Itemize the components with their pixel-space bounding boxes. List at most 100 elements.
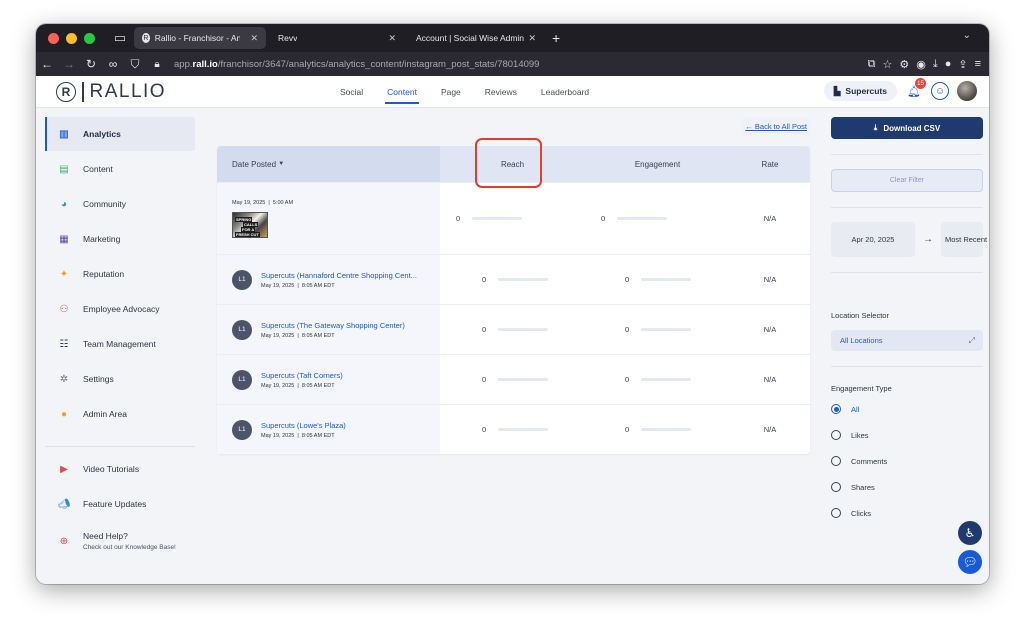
back-arrow-icon[interactable]: ← (36, 57, 58, 71)
menu-icon[interactable]: ≡ (975, 58, 981, 71)
accessibility-icon[interactable]: ♿︎ (958, 521, 982, 545)
app-body: ▥ Analytics ▤ Content ◕ Community ▦ Mark… (36, 108, 989, 584)
chat-icon[interactable]: 💬︎ (958, 550, 982, 574)
analytics-icon: ▥ (59, 128, 69, 140)
minimize-window-button[interactable] (66, 32, 77, 44)
picture-in-picture-icon[interactable]: ⧉ (868, 58, 876, 71)
sidebar-item-label: Video Tutorials (83, 464, 140, 474)
post-thumbnail[interactable]: SPRING CALLS FOR A FRESH CUT (232, 211, 268, 238)
sidebar-item-community[interactable]: ◕ Community (45, 187, 195, 221)
reach-cell: 0 (440, 375, 585, 384)
location-selector[interactable]: All Locations ⤢ (831, 330, 983, 351)
engagement-radio-shares[interactable]: Shares (831, 482, 875, 492)
table-row[interactable]: May 19, 2025 | 5:00 AM SPRING CALLS FOR … (217, 182, 810, 254)
shield-icon[interactable]: ⛉ (124, 57, 146, 72)
location-title[interactable]: Supercuts (Lowe's Plaza) (261, 421, 346, 430)
download-label: Download CSV (883, 123, 941, 133)
team-management-icon: ☷ (59, 338, 69, 350)
sidebar-item-feature-updates[interactable]: 📣︎ Feature Updates (45, 487, 195, 521)
sidebar-item-need-help[interactable]: ⊕ Need Help? Check out our Knowledge Bas… (45, 522, 195, 560)
sidebar-item-analytics[interactable]: ▥ Analytics (45, 117, 195, 151)
employee-advocacy-icon: ⚇ (59, 303, 69, 315)
download-csv-button[interactable]: ⤓ Download CSV (831, 117, 983, 139)
engagement-radio-comments[interactable]: Comments (831, 456, 887, 466)
table-row[interactable]: L1 Supercuts (Lowe's Plaza) May 19, 2025… (217, 404, 810, 454)
reach-bar (498, 378, 549, 381)
account-icon[interactable]: ● (945, 58, 952, 71)
location-meta: May 19, 2025 | 8:05 AM EDT (261, 332, 335, 339)
date-to-field[interactable]: Most Recent (941, 222, 987, 257)
tab-social-wise[interactable]: Account | Social Wise Admin ✕ (408, 27, 544, 49)
tab-title: Account | Social Wise Admin (416, 33, 525, 43)
table-row[interactable]: L1 Supercuts (Taft Corners) May 19, 2025… (217, 354, 810, 404)
radio-dot (831, 456, 841, 466)
engagement-bar (641, 378, 692, 381)
new-tab-icon[interactable]: + (552, 30, 560, 46)
sidebar-item-content[interactable]: ▤ Content (45, 152, 195, 186)
rallio-logo[interactable]: R RALLIO (36, 81, 166, 103)
nav-page[interactable]: Page (441, 76, 461, 108)
download-icon[interactable]: ⤓ (933, 58, 938, 71)
table-row[interactable]: L1 Supercuts (Hannaford Centre Shopping … (217, 254, 810, 304)
forward-arrow-icon[interactable]: → (58, 57, 80, 71)
share-icon[interactable]: ⇪ (958, 58, 967, 71)
sidebar-item-employee-advocacy[interactable]: ⚇ Employee Advocacy (45, 292, 195, 326)
nav-content[interactable]: Content (385, 76, 419, 108)
extension-icon[interactable]: ⚙ (899, 58, 909, 71)
engagement-type-label: Engagement Type (831, 384, 892, 393)
location-avatar: L1 (232, 419, 252, 440)
table-row[interactable]: L1 Supercuts (The Gateway Shopping Cente… (217, 304, 810, 354)
nav-reviews[interactable]: Reviews (485, 76, 517, 108)
sidebar-item-team-management[interactable]: ☷ Team Management (45, 327, 195, 361)
support-smiley-icon[interactable]: ☺ (931, 82, 949, 100)
tab-revv[interactable]: Revv ✕ (270, 27, 404, 49)
location-title[interactable]: Supercuts (Taft Corners) (261, 371, 343, 380)
app-header: R RALLIO Social Content Page Reviews Lea… (36, 76, 989, 108)
engagement-cell: 0 (585, 425, 730, 434)
bookmark-star-icon[interactable]: ☆ (882, 58, 892, 71)
sidebar-item-marketing[interactable]: ▦ Marketing (45, 222, 195, 256)
engagement-radio-all[interactable]: All (831, 404, 859, 414)
tab-rallio[interactable]: R Rallio - Franchisor - Analytics ✕ (134, 27, 266, 49)
building-icon: ▙ (833, 85, 841, 96)
column-date-posted[interactable]: Date Posted ▼ (217, 146, 440, 182)
sidebar-item-video-tutorials[interactable]: ▶ Video Tutorials (45, 452, 195, 486)
back-to-all-posts-link[interactable]: ← Back to All Post (742, 118, 810, 135)
sidebar-item-settings[interactable]: ✲ Settings (45, 362, 195, 396)
engagement-radio-likes[interactable]: Likes (831, 430, 869, 440)
reload-icon[interactable]: ↻ (80, 57, 102, 71)
megaphone-icon: 📣︎ (57, 498, 71, 510)
column-rate[interactable]: Rate (730, 160, 810, 169)
chevron-down-icon[interactable]: ⌄ (963, 30, 971, 41)
reach-bar (498, 278, 549, 281)
infinity-icon[interactable]: ∞ (102, 57, 124, 71)
tab-overview-icon[interactable]: ▭ (106, 30, 134, 46)
location-title[interactable]: Supercuts (Hannaford Centre Shopping Cen… (261, 271, 417, 280)
location-title[interactable]: Supercuts (The Gateway Shopping Center) (261, 321, 405, 330)
settings-icon: ✲ (59, 373, 69, 385)
nav-social[interactable]: Social (340, 76, 363, 108)
column-engagement[interactable]: Engagement (585, 160, 730, 169)
nav-leaderboard[interactable]: Leaderboard (541, 76, 589, 108)
tab-close-icon[interactable]: ✕ (528, 33, 536, 44)
brand-selector-button[interactable]: ▙ Supercuts (823, 81, 897, 101)
maximize-window-button[interactable] (84, 32, 95, 44)
engagement-cell: 0 (585, 325, 730, 334)
sidebar-item-reputation[interactable]: ✦ Reputation (45, 257, 195, 291)
address-bar[interactable]: app.rall.io/franchisor/3647/analytics/an… (174, 59, 539, 70)
tab-close-icon[interactable]: ✕ (388, 33, 396, 44)
close-window-button[interactable] (48, 32, 59, 44)
clear-filter-button[interactable]: Clear Filter (831, 169, 983, 192)
logo-mark: R (56, 81, 76, 102)
lock-icon[interactable]: 🔒︎ (146, 59, 168, 70)
radio-dot (831, 508, 841, 518)
date-from-field[interactable]: Apr 20, 2025 (831, 222, 915, 257)
notifications-button[interactable]: 🔔︎ 15 (905, 78, 926, 100)
pocket-icon[interactable]: ◉ (916, 58, 926, 71)
sidebar-item-admin-area[interactable]: ● Admin Area (45, 397, 195, 431)
tab-close-icon[interactable]: ✕ (250, 33, 258, 44)
engagement-bar (617, 217, 668, 220)
user-avatar[interactable] (957, 81, 977, 101)
engagement-radio-clicks[interactable]: Clicks (831, 508, 871, 518)
admin-area-icon: ● (60, 408, 68, 420)
